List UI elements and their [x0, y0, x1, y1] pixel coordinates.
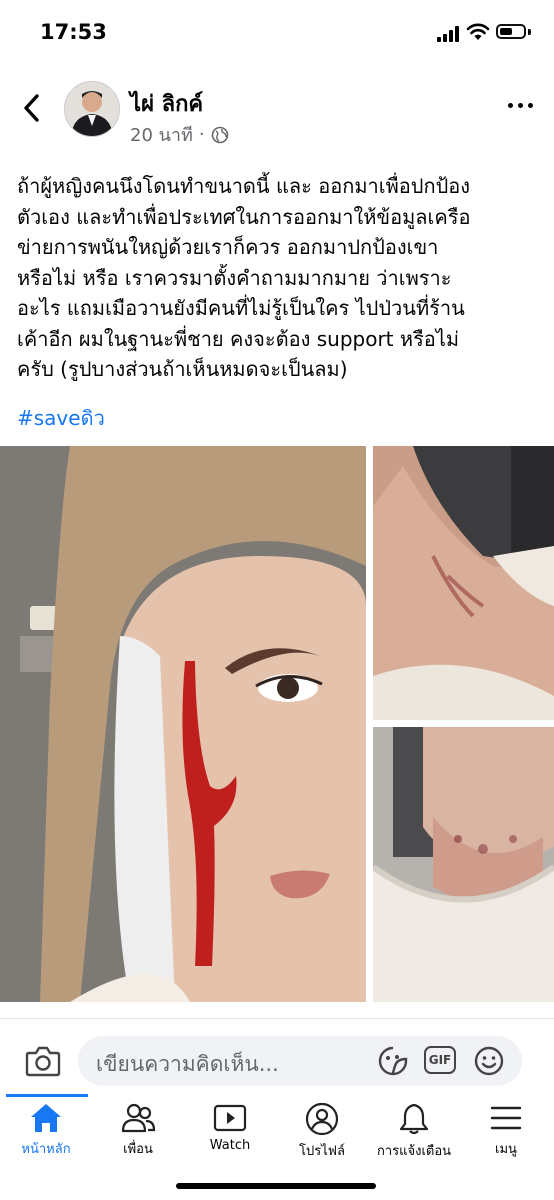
watch-icon — [213, 1104, 247, 1132]
emoji-icon[interactable] — [473, 1045, 505, 1077]
back-arrow-icon[interactable] — [20, 92, 44, 124]
avatar-image — [65, 82, 119, 136]
nav-menu[interactable]: เมนู — [460, 1102, 552, 1166]
battery-tip — [528, 29, 531, 35]
nav-label-home: หน้าหลัก — [21, 1142, 71, 1157]
nav-profile[interactable]: โปรไฟล์ — [276, 1102, 368, 1166]
post-timestamp[interactable]: 20 นาที — [130, 120, 193, 149]
post-text: ถ้าผู้หญิงคนนึงโดนทำขนาดนี้ และ ออกมาเพื… — [17, 174, 471, 381]
post-photo-throat[interactable] — [373, 727, 554, 1002]
comment-placeholder: เขียนความคิดเห็น... — [96, 1052, 279, 1076]
author-name[interactable]: ไผ่ ลิกค์ — [130, 86, 203, 121]
home-icon — [31, 1104, 61, 1132]
friends-icon — [121, 1103, 156, 1133]
post-photo-face[interactable] — [0, 446, 366, 1002]
photo-neck-illustration — [373, 446, 554, 720]
photo-face-illustration — [0, 446, 366, 1002]
post-divider — [0, 1018, 554, 1019]
wifi-icon — [466, 23, 490, 40]
meta-separator: · — [198, 124, 205, 145]
camera-icon[interactable] — [25, 1044, 61, 1078]
nav-label-notifications: การแจ้งเตือน — [376, 1144, 452, 1159]
nav-active-indicator — [6, 1094, 88, 1097]
gif-icon[interactable]: GIF — [424, 1046, 456, 1074]
nav-notifications[interactable]: การแจ้งเตือน — [368, 1102, 460, 1166]
post-meta: 20 นาที · — [130, 120, 229, 149]
nav-label-profile: โปรไฟล์ — [299, 1144, 345, 1159]
profile-icon — [305, 1102, 339, 1136]
photo-throat-illustration — [373, 727, 554, 1002]
comment-input[interactable]: เขียนความคิดเห็น... GIF — [78, 1036, 522, 1086]
status-time: 17:53 — [40, 20, 107, 44]
nav-home[interactable]: หน้าหลัก — [0, 1102, 92, 1166]
home-indicator — [176, 1183, 376, 1189]
globe-icon[interactable] — [211, 126, 229, 144]
hashtag-link[interactable]: #saveดิว — [17, 402, 105, 434]
nav-label-watch: Watch — [209, 1138, 251, 1153]
bottom-nav: หน้าหลัก เพื่อน Watch โปรไฟล์ การแจ้งเตื… — [0, 1094, 554, 1168]
bell-icon — [399, 1103, 429, 1135]
status-bar: 17:53 — [0, 0, 554, 66]
nav-label-menu: เมนู — [495, 1142, 517, 1157]
nav-label-friends: เพื่อน — [123, 1142, 153, 1157]
post-photo-neck[interactable] — [373, 446, 554, 720]
battery-icon — [496, 24, 526, 39]
more-options-icon[interactable] — [508, 103, 534, 109]
signal-icon — [437, 26, 461, 42]
nav-friends[interactable]: เพื่อน — [92, 1102, 184, 1166]
nav-watch[interactable]: Watch — [184, 1102, 276, 1166]
menu-icon — [490, 1106, 522, 1130]
sticker-icon[interactable] — [377, 1045, 409, 1077]
author-avatar[interactable] — [64, 81, 120, 137]
